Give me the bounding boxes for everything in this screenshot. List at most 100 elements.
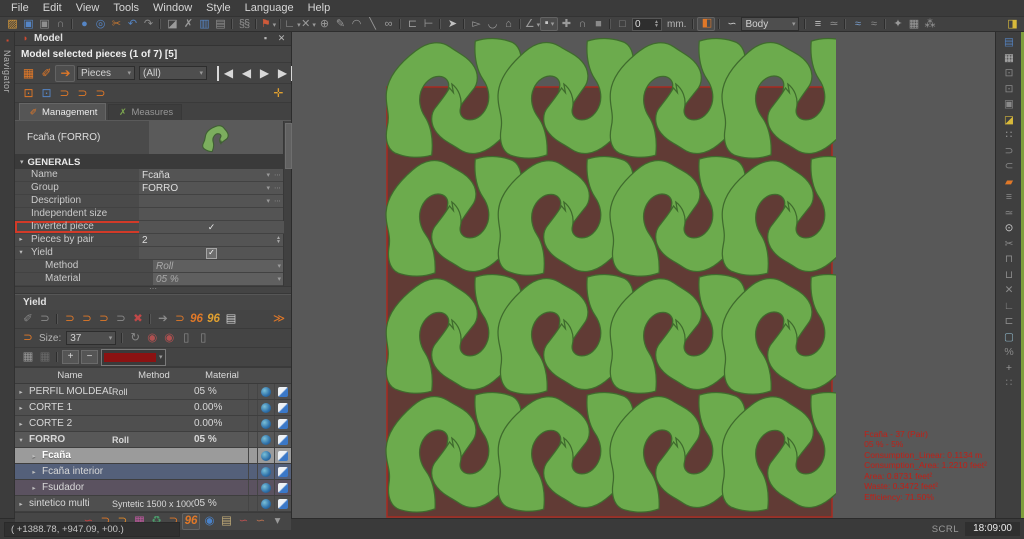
navigator-tab[interactable]: Navigator — [2, 50, 12, 93]
table-del-icon[interactable]: ▦ — [36, 350, 53, 365]
lock-add-icon[interactable]: ✛ — [269, 86, 287, 101]
menu-help[interactable]: Help — [301, 2, 338, 14]
select-arrow-icon[interactable]: ▻ — [468, 18, 484, 31]
recalc-icon[interactable] — [261, 387, 271, 397]
pieces-select[interactable]: Pieces▾ — [77, 66, 135, 80]
arrow-dim-icon[interactable]: ➔ — [154, 312, 171, 327]
field-value[interactable]: ✓ — [139, 247, 284, 259]
ruler-icon[interactable]: ⊏ — [1001, 315, 1016, 328]
paint-cell[interactable] — [274, 480, 291, 495]
nesting-canvas-area[interactable]: Fcaña - 37 (Pair)05 % - 5%Consumption_Li… — [292, 32, 995, 518]
doc-size-icon[interactable]: ▯ — [177, 331, 194, 346]
close-icon[interactable]: ✕ — [275, 32, 287, 45]
cross-icon[interactable]: ✕ — [1001, 284, 1016, 297]
field-value[interactable]: ✓ — [139, 221, 284, 233]
spinner-arrows-icon[interactable]: ▲▼ — [654, 20, 659, 28]
doc-add-icon[interactable]: ▯ — [194, 331, 211, 346]
menu-style[interactable]: Style — [199, 2, 237, 14]
nest-run-icon[interactable]: ⊃ — [171, 312, 188, 327]
cursor-icon[interactable]: ➤ — [444, 18, 460, 31]
piece-select-icon[interactable]: ➔ — [55, 65, 75, 82]
flatten-icon[interactable]: ≡ — [809, 18, 825, 31]
recalc-cell[interactable] — [257, 384, 274, 399]
recalc-cell[interactable] — [257, 400, 274, 415]
double-s-icon[interactable]: §§ — [236, 18, 252, 31]
cut-icon[interactable]: ✂ — [108, 18, 124, 31]
paint-icon[interactable] — [278, 451, 288, 461]
first-piece-icon[interactable]: ◀ — [217, 66, 237, 81]
zoom-icon[interactable]: ◎ — [92, 18, 108, 31]
recalc-icon[interactable] — [261, 467, 271, 477]
paint-icon[interactable] — [278, 387, 288, 397]
recalc-icon[interactable] — [261, 403, 271, 413]
table-row[interactable]: ▸CORTE 10.00% — [15, 400, 291, 416]
arc-icon[interactable]: ◠ — [348, 18, 364, 31]
paint-icon[interactable] — [278, 467, 288, 477]
table-row[interactable]: ▸Fsudador — [15, 480, 291, 496]
arc2-icon[interactable]: ◡ — [484, 18, 500, 31]
chevron-down-icon[interactable]: ▾ — [266, 184, 270, 192]
unlock-piece-icon[interactable]: ⊡ — [37, 86, 55, 101]
menu-edit[interactable]: Edit — [36, 2, 69, 14]
paint-icon[interactable] — [278, 435, 288, 445]
settings-icon[interactable]: ◨ — [1004, 18, 1020, 31]
frame1-icon[interactable]: ⊡ — [1001, 67, 1016, 80]
shoe2-icon[interactable]: ∽ — [235, 514, 251, 529]
sole-blue-icon[interactable]: ≈ — [849, 18, 865, 31]
table-row[interactable]: ▸CORTE 20.00% — [15, 416, 291, 432]
recalc-cell[interactable] — [257, 416, 274, 431]
paint-cell[interactable] — [274, 496, 291, 511]
recalc-cell[interactable] — [257, 432, 274, 447]
collapse-icon[interactable]: ▾ — [20, 158, 24, 166]
chevron-down-icon[interactable]: ▾ — [277, 262, 281, 270]
expander-icon[interactable]: ▸ — [15, 234, 27, 246]
angle-icon[interactable]: ∠▾ — [524, 18, 540, 31]
offset-input[interactable]: 0▲▼ — [632, 18, 662, 31]
lock-piece-icon[interactable]: ⊡ — [19, 86, 37, 101]
remove-material-button[interactable]: − — [81, 350, 98, 364]
yield-roll-icon[interactable]: ⊃ — [19, 331, 36, 346]
paint-cell[interactable] — [274, 400, 291, 415]
eraser-icon[interactable]: ◪ — [164, 18, 180, 31]
expander-icon[interactable]: ▸ — [15, 388, 27, 396]
pairs-96-icon[interactable]: 96 — [182, 513, 200, 530]
anchor-icon[interactable]: ⌂ — [500, 18, 516, 31]
export-nest-icon[interactable]: ▰ — [1001, 176, 1016, 189]
move-icon[interactable]: ✚ — [558, 18, 574, 31]
scissors-icon[interactable]: ✂ — [1001, 238, 1016, 251]
corner2-icon[interactable]: ∟ — [1001, 300, 1016, 313]
expander-icon[interactable]: ▾ — [15, 436, 27, 444]
menu-file[interactable]: File — [4, 2, 36, 14]
paint-cell[interactable] — [274, 384, 291, 399]
last-add-icon[interactable]: ✦ — [889, 18, 905, 31]
expander-icon[interactable]: ▸ — [28, 484, 40, 492]
project-icon[interactable]: ▤ — [1001, 36, 1016, 49]
plus-icon[interactable]: + — [1001, 362, 1016, 375]
dots-icon[interactable]: ∷ — [1001, 377, 1016, 390]
scrollbar-thumb[interactable] — [285, 123, 292, 169]
lock-file-icon[interactable]: ∩ — [52, 18, 68, 31]
field-value[interactable]: FORRO▾⋯ — [139, 182, 284, 194]
line-icon[interactable]: ╲ — [364, 18, 380, 31]
flip-h-icon[interactable]: ⊃ — [55, 86, 73, 101]
redo-icon[interactable]: ↷ — [140, 18, 156, 31]
clamp-icon[interactable]: ⊓ — [1001, 253, 1016, 266]
piece-thumbnail[interactable] — [149, 121, 291, 154]
column-method[interactable]: Method — [113, 370, 195, 381]
measure-icon[interactable]: ⊏ — [404, 18, 420, 31]
column-name[interactable]: Name — [27, 370, 113, 381]
color-picker-icon[interactable]: ● — [76, 18, 92, 31]
sole-gray-icon[interactable]: ≈ — [865, 18, 881, 31]
target-icon[interactable]: ⊕ — [316, 18, 332, 31]
add-material-button[interactable]: + — [62, 350, 79, 364]
yield-piece-icon[interactable]: ⊃ — [36, 312, 53, 327]
save-icon[interactable]: ▣ — [20, 18, 36, 31]
group-icon[interactable]: ⁂ — [921, 18, 937, 31]
expander-icon[interactable]: ▸ — [15, 500, 27, 508]
material-page-icon[interactable]: ▤ — [222, 312, 239, 327]
refresh-size-icon[interactable]: ↻ — [126, 331, 143, 346]
body-select[interactable]: Body▾ — [741, 17, 799, 31]
paint-cell[interactable] — [274, 416, 291, 431]
table-row[interactable]: ▸Fcaña — [15, 448, 291, 464]
model-piece-icon[interactable]: ◗ — [19, 32, 31, 45]
